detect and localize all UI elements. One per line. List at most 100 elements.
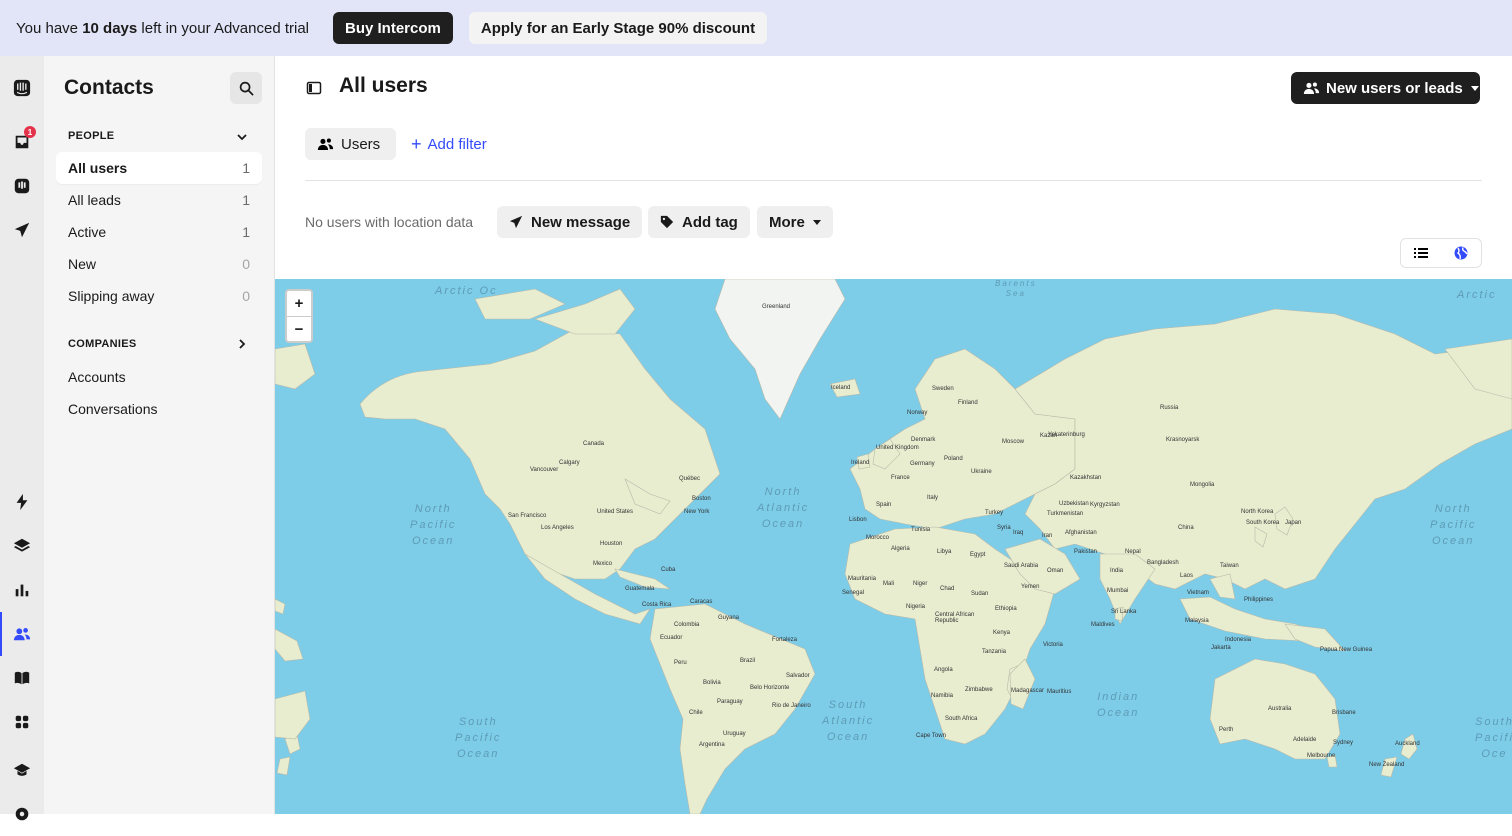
people-icon bbox=[317, 138, 334, 150]
reports-icon[interactable] bbox=[0, 568, 44, 612]
sidebar-item-active[interactable]: Active 1 bbox=[56, 216, 262, 248]
academy-cap-icon[interactable] bbox=[0, 748, 44, 792]
plus-icon: + bbox=[411, 134, 422, 154]
map-place-label: Australia bbox=[1268, 706, 1292, 712]
map-place-label: Syria bbox=[997, 525, 1011, 531]
map-place-label: Vancouver bbox=[530, 467, 559, 473]
companies-section-header[interactable]: COMPANIES bbox=[68, 338, 137, 350]
map-place-label: Tanzania bbox=[982, 649, 1007, 655]
map-place-label: Mali bbox=[883, 581, 895, 587]
inbox-icon[interactable]: 1 bbox=[0, 120, 44, 164]
map-place-label: Libya bbox=[937, 549, 952, 555]
map-place-label: New Zealand bbox=[1369, 762, 1405, 768]
map-place-label: Jakarta bbox=[1211, 645, 1231, 651]
map-place-label: Morocco bbox=[866, 535, 890, 541]
ocean-label: North Atlantic Ocean bbox=[757, 486, 810, 530]
map-place-label: Poland bbox=[944, 456, 963, 462]
apps-grid-icon[interactable] bbox=[0, 700, 44, 744]
page-title: All users bbox=[339, 74, 428, 97]
ocean-label: Arctic Oc bbox=[435, 285, 498, 297]
map-place-label: Chad bbox=[940, 586, 955, 592]
map-place-label: Caracas bbox=[690, 599, 713, 605]
map-place-label: Germany bbox=[910, 461, 935, 467]
map-place-label: Kyrgyzstan bbox=[1090, 502, 1120, 508]
map-place-label: Ukraine bbox=[971, 469, 992, 475]
list-view-button[interactable] bbox=[1401, 239, 1441, 267]
add-filter-button[interactable]: + Add filter bbox=[411, 128, 487, 160]
map-place-label: Iran bbox=[1042, 533, 1053, 539]
tag-icon bbox=[660, 215, 674, 229]
zoom-out-button[interactable]: − bbox=[287, 316, 311, 341]
sidebar-item-accounts[interactable]: Accounts bbox=[56, 361, 262, 393]
map-place-label: Paraguay bbox=[717, 699, 743, 705]
more-button[interactable]: More bbox=[757, 206, 833, 238]
sidebar-title: Contacts bbox=[64, 76, 154, 99]
outbound-icon[interactable] bbox=[0, 208, 44, 252]
zoom-in-button[interactable]: + bbox=[287, 291, 311, 316]
people-icon bbox=[1303, 82, 1320, 94]
users-filter-chip[interactable]: Users bbox=[305, 128, 396, 160]
map-place-label: Italy bbox=[927, 495, 939, 501]
toggle-sidebar-icon[interactable] bbox=[306, 80, 322, 96]
map-place-label: Taiwan bbox=[1220, 563, 1239, 569]
item-count: 1 bbox=[242, 224, 250, 240]
sidebar-search-button[interactable] bbox=[230, 72, 262, 104]
map-place-label: Uzbekistan bbox=[1059, 501, 1089, 507]
map-place-label: Fortaleza bbox=[772, 637, 798, 643]
contacts-icon[interactable] bbox=[0, 612, 44, 656]
map-zoom-controls: + − bbox=[285, 289, 313, 343]
map-place-label: Rio de Janeiro bbox=[772, 703, 811, 709]
intercom-logo-icon[interactable] bbox=[0, 66, 44, 110]
map-place-label: Sudan bbox=[971, 591, 989, 597]
map-place-label: Nigeria bbox=[906, 604, 926, 610]
users-world-map[interactable]: + − North Pacific Ocean North Atlantic O… bbox=[275, 279, 1512, 814]
automation-bolt-icon[interactable] bbox=[0, 480, 44, 524]
contacts-sidebar: Contacts PEOPLE All users 1 All leads 1 Ac… bbox=[44, 56, 275, 814]
map-place-label: Yemen bbox=[1021, 584, 1040, 590]
trial-message: You have 10 days left in your Advanced t… bbox=[16, 19, 309, 37]
map-place-label: Ethiopia bbox=[995, 606, 1017, 612]
people-section-header[interactable]: PEOPLE bbox=[68, 130, 114, 142]
map-place-label: Brazil bbox=[740, 658, 756, 664]
map-place-label: Cuba bbox=[661, 567, 676, 573]
map-place-label: Afghanistan bbox=[1065, 530, 1097, 536]
map-place-label: Argentina bbox=[699, 742, 725, 748]
sidebar-item-conversations[interactable]: Conversations bbox=[56, 393, 262, 425]
map-place-label: Maldives bbox=[1091, 622, 1115, 628]
articles-book-icon[interactable] bbox=[0, 656, 44, 700]
sidebar-item-all-leads[interactable]: All leads 1 bbox=[56, 184, 262, 216]
ocean-label: North Pacific Ocean bbox=[410, 503, 457, 547]
buy-intercom-button[interactable]: Buy Intercom bbox=[333, 12, 453, 44]
chevron-down-icon[interactable] bbox=[236, 131, 248, 143]
map-place-label: Yekaterinburg bbox=[1048, 432, 1085, 438]
map-place-label: Sweden bbox=[932, 386, 954, 392]
map-place-label: Adelaide bbox=[1293, 737, 1317, 743]
map-place-label: Sydney bbox=[1333, 740, 1354, 746]
map-place-label: Greenland bbox=[762, 304, 791, 310]
map-place-label: Calgary bbox=[559, 460, 580, 466]
map-view-button[interactable] bbox=[1441, 239, 1481, 267]
ocean-label: South Pacifi Oce bbox=[1475, 716, 1512, 760]
item-count: 1 bbox=[242, 192, 250, 208]
item-count: 0 bbox=[242, 288, 250, 304]
chevron-right-icon[interactable] bbox=[236, 338, 248, 350]
map-place-label: Iraq bbox=[1013, 530, 1024, 536]
add-tag-button[interactable]: Add tag bbox=[648, 206, 750, 238]
sidebar-item-all-users[interactable]: All users 1 bbox=[56, 152, 262, 184]
settings-gear-icon[interactable] bbox=[0, 792, 44, 836]
map-place-label: Québec bbox=[679, 476, 701, 482]
map-place-label: Madagascar bbox=[1011, 688, 1045, 694]
map-place-label: Angola bbox=[934, 667, 953, 673]
sidebar-item-new[interactable]: New 0 bbox=[56, 248, 262, 280]
map-place-label: Boston bbox=[692, 496, 711, 502]
ocean-label: Barents Sea bbox=[995, 279, 1037, 298]
map-place-label: Papua New Guinea bbox=[1320, 647, 1373, 653]
fin-bot-icon[interactable] bbox=[0, 164, 44, 208]
knowledge-layers-icon[interactable] bbox=[0, 524, 44, 568]
new-users-or-leads-button[interactable]: New users or leads bbox=[1291, 72, 1480, 104]
map-place-label: Malaysia bbox=[1185, 618, 1209, 624]
early-stage-discount-button[interactable]: Apply for an Early Stage 90% discount bbox=[468, 12, 768, 44]
sidebar-item-slipping-away[interactable]: Slipping away 0 bbox=[56, 280, 262, 312]
map-place-label: Japan bbox=[1285, 520, 1302, 526]
new-message-button[interactable]: New message bbox=[497, 206, 643, 238]
